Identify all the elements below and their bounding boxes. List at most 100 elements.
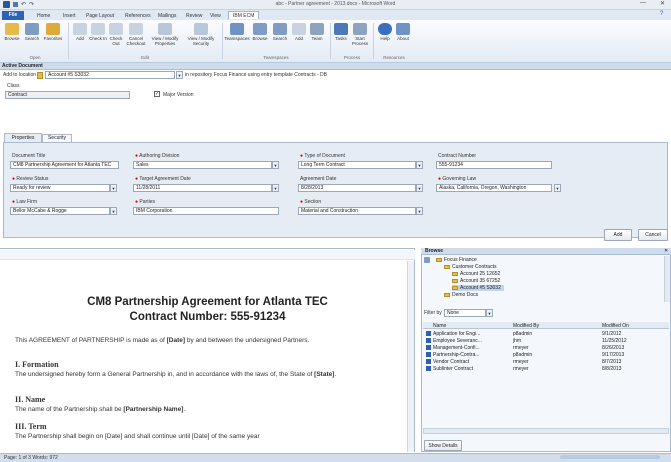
review-status-field[interactable]: Ready for review — [10, 184, 110, 192]
teamspace-add-button[interactable]: Add — [290, 23, 308, 41]
major-version-checkbox[interactable]: ✓ — [154, 91, 160, 97]
filter-field[interactable]: None — [444, 309, 486, 317]
tasks-button[interactable]: Tasks — [332, 23, 350, 41]
document-scrollbar[interactable] — [407, 261, 414, 452]
target-agreement-date-field[interactable]: 11/28/2011 — [133, 184, 272, 192]
location-field[interactable]: Account #5 S3032 — [45, 71, 175, 79]
governing-law-label: ● Governing Law — [438, 176, 477, 182]
browse-button[interactable]: Browse — [2, 23, 22, 41]
cancel-button[interactable]: Cancel — [638, 229, 668, 241]
close-pane-icon[interactable]: ✕ — [664, 248, 668, 254]
table-row[interactable]: Employee Severanc... — [426, 338, 482, 345]
document-view[interactable] — [0, 248, 415, 452]
add-document-button[interactable]: Add — [604, 229, 632, 241]
info-icon — [396, 23, 410, 35]
ruler — [0, 250, 415, 260]
law-firm-field[interactable]: Bellor McCabe & Rogge — [10, 207, 110, 215]
document-title-field[interactable]: CM8 Partnership Agreement for Atlanta TE… — [10, 161, 119, 169]
show-details-button[interactable]: Show Details — [424, 440, 462, 451]
row-modified-by: p8admin — [513, 352, 533, 358]
governing-law-dropdown[interactable]: ▼ — [554, 184, 561, 192]
check-in-button[interactable]: Check In — [89, 23, 107, 41]
check-out-button[interactable]: Check Out — [107, 23, 125, 46]
table-row[interactable]: Partnership-Contra... — [426, 352, 479, 359]
tree-item-account-45-selected[interactable]: Account #5 S3032 — [452, 285, 504, 291]
location-dropdown[interactable]: ▼ — [176, 71, 183, 79]
document-subtitle: Contract Number: 555-91234 — [129, 311, 286, 323]
contract-number-field[interactable]: 555-91234 — [436, 161, 552, 169]
column-name[interactable]: Name — [433, 323, 446, 329]
tree-item-account-35[interactable]: Account 35 67252 — [452, 278, 500, 284]
tab-page-layout[interactable]: Page Layout — [86, 12, 114, 20]
process-icon — [353, 23, 367, 35]
teamspaces-button[interactable]: Teamspaces — [224, 23, 250, 41]
tab-file[interactable]: File — [2, 11, 24, 20]
column-modified-on[interactable]: Modified On — [602, 323, 629, 329]
save-icon[interactable] — [13, 2, 18, 7]
tree-item-account-25[interactable]: Account 25 12652 — [452, 271, 500, 277]
help-button[interactable]: Help — [376, 23, 394, 41]
filter-dropdown[interactable]: ▼ — [486, 309, 493, 317]
tab-home[interactable]: Home — [37, 12, 50, 20]
section-dropdown[interactable]: ▼ — [416, 207, 423, 215]
tab-properties[interactable]: Properties — [4, 133, 42, 142]
governing-law-field[interactable]: Alaska, California, Oregon, Washington — [436, 184, 552, 192]
type-of-document-dropdown[interactable]: ▼ — [416, 161, 423, 169]
view-modify-security-button[interactable]: View / Modify Security — [183, 23, 219, 46]
undo-icon[interactable]: ↶ — [21, 1, 26, 8]
view-modify-properties-button[interactable]: View / Modify Properties — [147, 23, 183, 46]
favorites-button[interactable]: Favorites — [42, 23, 64, 41]
add-icon — [292, 23, 306, 35]
tab-security[interactable]: Security — [42, 134, 72, 142]
tree-item-customer-contracts[interactable]: Customer Contracts — [444, 264, 496, 270]
minimize-icon[interactable]: — — [640, 0, 646, 6]
type-of-document-field[interactable]: Long Term Contract — [298, 161, 416, 169]
authoring-division-dropdown[interactable]: ▼ — [272, 161, 279, 169]
page-word-count: Page: 1 of 3 Words: 972 — [4, 455, 58, 461]
table-row[interactable]: Application for Engi... — [426, 331, 480, 338]
section-2-text: The name of the Partnership shall be [Pa… — [15, 406, 186, 413]
table-row[interactable]: Vendor Contract — [426, 359, 469, 366]
browse-horizontal-scrollbar[interactable] — [423, 428, 669, 434]
start-process-button[interactable]: Start Process — [350, 23, 370, 46]
team-button[interactable]: Team — [308, 23, 326, 41]
agreement-date-picker[interactable]: ▼ — [416, 184, 423, 192]
check-in-icon — [91, 23, 105, 35]
folder-icon — [444, 292, 450, 297]
tab-ibm-ecm[interactable]: IBM ECM — [228, 11, 260, 19]
table-row[interactable]: Management-Confi... — [426, 345, 480, 352]
tab-mailings[interactable]: Mailings — [158, 12, 176, 20]
tree-scrollbar[interactable] — [664, 256, 670, 302]
tab-references[interactable]: References — [125, 12, 151, 20]
teamspace-browse-button[interactable]: Browse — [250, 23, 270, 41]
target-agreement-date-picker[interactable]: ▼ — [272, 184, 279, 192]
add-button[interactable]: Add — [71, 23, 89, 41]
section-field[interactable]: Material and Construction — [298, 207, 416, 215]
review-status-dropdown[interactable]: ▼ — [110, 184, 117, 192]
major-version-label: Major Version — [163, 92, 194, 98]
law-firm-dropdown[interactable]: ▼ — [110, 207, 117, 215]
column-modified-by[interactable]: Modified By — [513, 323, 539, 329]
authoring-division-field[interactable]: Sales — [133, 161, 272, 169]
agreement-date-field[interactable]: 8/28/2013 — [298, 184, 416, 192]
help-question-icon[interactable]: ? — [660, 11, 663, 17]
tree-item-demo-docs[interactable]: Demo Docs — [444, 292, 478, 298]
redo-icon[interactable]: ↷ — [29, 1, 34, 8]
tab-insert[interactable]: Insert — [63, 12, 76, 20]
tab-review[interactable]: Review — [186, 12, 202, 20]
ribbon-separator — [68, 23, 69, 59]
contract-number-label: Contract Number — [438, 153, 477, 159]
tab-view[interactable]: View — [210, 12, 221, 20]
teamspace-search-button[interactable]: Search — [270, 23, 290, 41]
search-button[interactable]: Search — [22, 23, 42, 41]
document-icon — [426, 352, 431, 358]
cancel-checkout-button[interactable]: Cancel Checkout — [125, 23, 147, 46]
about-button[interactable]: About — [394, 23, 412, 41]
table-row[interactable]: Sublinter Contract — [426, 366, 473, 373]
class-field[interactable]: Contract — [5, 91, 130, 99]
close-icon[interactable]: ✕ — [660, 0, 665, 7]
row-modified-by: jhm — [513, 338, 522, 344]
parties-field[interactable]: IBM Corporation — [133, 207, 279, 215]
zoom-slider[interactable] — [560, 455, 660, 459]
tree-item-focus-finance[interactable]: Focus Finance — [436, 257, 477, 263]
